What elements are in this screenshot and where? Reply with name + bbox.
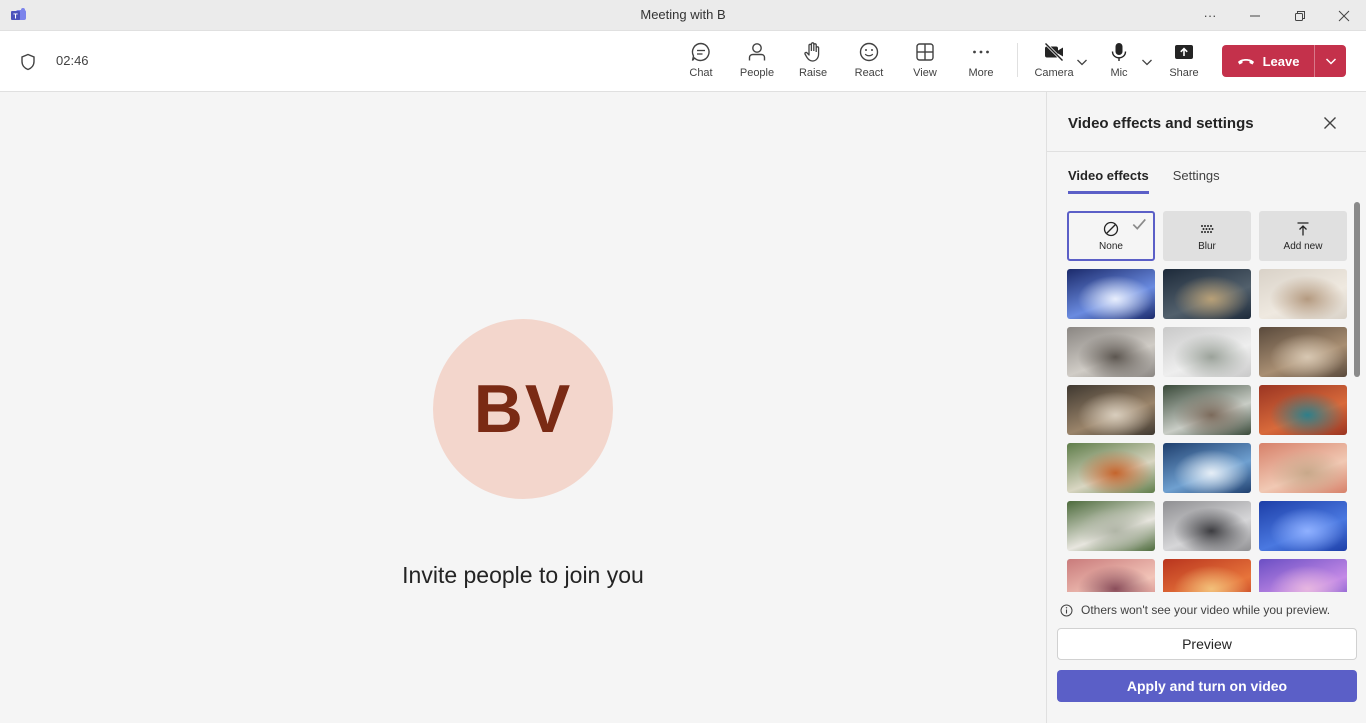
react-button[interactable]: React [843,41,895,85]
close-icon [1338,10,1350,21]
share-label: Share [1169,67,1199,79]
background-blue-modern[interactable] [1163,443,1251,493]
preview-info-text: Others won't see your video while you pr… [1081,603,1331,617]
mic-button[interactable]: Mic [1093,41,1145,85]
background-autumn-forest[interactable] [1163,559,1251,592]
share-button[interactable]: Share [1158,41,1210,85]
ellipsis-icon: ··· [1203,8,1217,23]
more-label: More [968,67,994,79]
effect-none[interactable]: None [1067,211,1155,261]
tab-video-effects[interactable]: Video effects [1068,168,1149,194]
background-cozy-interior[interactable] [1067,385,1155,435]
close-panel-icon[interactable] [1321,114,1339,132]
background-purple-fantasy[interactable] [1259,559,1347,592]
effect-add-new-label: Add new [1283,240,1323,252]
info-icon [1060,604,1073,616]
ellipsis-icon [973,50,989,54]
title-bar: T Meeting with B ··· [0,0,1366,31]
background-red-courtyard[interactable] [1259,385,1347,435]
meeting-toolbar: 02:46 Chat People Raise React View More … [0,31,1366,92]
grid-icon [916,43,934,61]
view-label: View [913,67,937,79]
leave-options-button[interactable] [1315,45,1346,77]
background-loft-windows[interactable] [1067,327,1155,377]
minimize-button[interactable] [1233,0,1277,31]
background-garden-arches[interactable] [1067,443,1155,493]
background-wood-study[interactable] [1259,327,1347,377]
camera-button[interactable]: Camera [1028,41,1080,85]
avatar-initials: BV [473,371,573,447]
meeting-stage: BV Invite people to join you [0,92,1046,723]
mic-label: Mic [1110,67,1128,79]
raise-label: Raise [798,67,828,79]
panel-title: Video effects and settings [1068,115,1254,132]
preview-info: Others won't see your video while you pr… [1060,603,1330,617]
preview-button[interactable]: Preview [1057,628,1357,660]
blur-icon [1201,224,1214,233]
mic-icon [1111,43,1127,61]
react-label: React [854,67,884,79]
camera-options-chevron-icon[interactable] [1075,55,1089,69]
checkmark-icon [1132,218,1146,230]
window-title: Meeting with B [640,7,726,22]
apply-and-turn-on-video-button[interactable]: Apply and turn on video [1057,670,1357,702]
effect-blur[interactable]: Blur [1163,211,1251,261]
background-desert-arch[interactable] [1259,443,1347,493]
effect-blur-label: Blur [1198,240,1216,252]
background-glass-atrium[interactable] [1163,385,1251,435]
video-effects-panel: Video effects and settings Video effects… [1046,92,1366,723]
effect-add-new[interactable]: Add new [1259,211,1347,261]
view-button[interactable]: View [899,41,951,85]
close-window-button[interactable] [1322,0,1366,31]
people-icon [748,43,766,61]
phone-hangup-icon [1237,59,1254,65]
none-icon [1103,221,1119,236]
more-options-button[interactable]: ··· [1188,0,1232,31]
toolbar-divider [1017,43,1018,77]
share-icon [1175,45,1193,59]
effect-none-label: None [1099,240,1123,252]
background-green-circle[interactable] [1067,501,1155,551]
camera-off-icon [1044,42,1064,62]
chat-icon [691,42,710,62]
background-night-sky-lighthouse[interactable] [1163,269,1251,319]
more-button[interactable]: More [955,41,1007,85]
chat-button[interactable]: Chat [675,41,727,85]
panel-tabs: Video effects Settings [1068,168,1220,194]
tab-settings[interactable]: Settings [1173,168,1220,194]
upload-icon [1297,221,1309,235]
people-button[interactable]: People [731,41,783,85]
background-pink-hall[interactable] [1067,559,1155,592]
raise-hand-button[interactable]: Raise [787,41,839,85]
restore-button[interactable] [1278,0,1322,31]
background-grey-arch[interactable] [1163,501,1251,551]
leave-button[interactable]: Leave [1222,45,1314,77]
background-gallery: None Blur Add new [1067,211,1357,592]
mic-options-chevron-icon[interactable] [1140,55,1154,69]
gallery-scrollbar[interactable] [1354,202,1360,377]
leave-label: Leave [1262,53,1300,69]
shield-icon[interactable] [20,53,36,71]
chat-label: Chat [689,67,713,79]
background-white-lounge[interactable] [1163,327,1251,377]
background-minimal-room[interactable] [1259,269,1347,319]
invite-message: Invite people to join you [402,562,644,588]
avatar: BV [433,319,613,499]
hand-icon [804,42,820,62]
minimize-icon [1250,15,1260,16]
restore-icon [1295,10,1305,21]
background-blue-door[interactable] [1259,501,1347,551]
people-label: People [739,67,775,79]
smile-icon [859,42,879,62]
meeting-timer: 02:46 [56,53,89,68]
panel-header: Video effects and settings [1047,92,1366,152]
background-space-warp[interactable] [1067,269,1155,319]
chevron-down-icon [1325,58,1336,65]
camera-label: Camera [1034,67,1074,79]
leave-button-group: Leave [1222,45,1346,77]
